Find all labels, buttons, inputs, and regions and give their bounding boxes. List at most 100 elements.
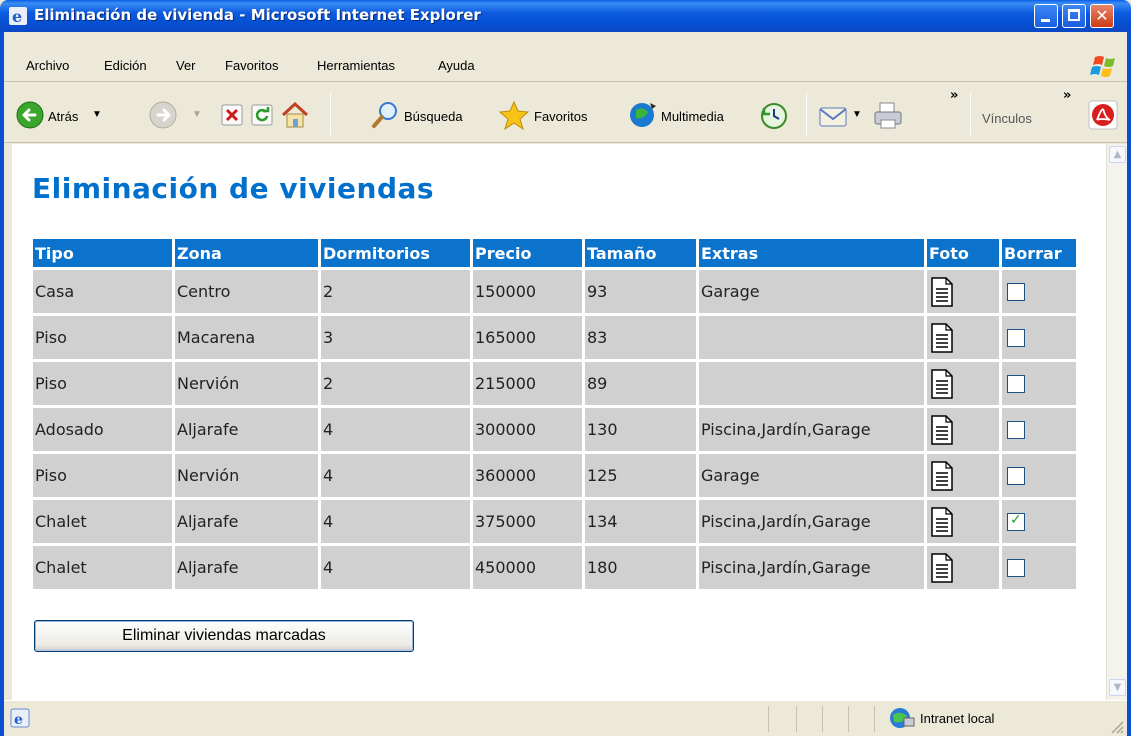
back-dropdown-icon[interactable]: ▼	[92, 109, 102, 120]
scroll-down-button[interactable]: ▼	[1109, 679, 1126, 696]
cell-zona: Aljarafe	[175, 408, 318, 451]
multimedia-icon[interactable]	[628, 100, 658, 130]
photo-document-icon[interactable]	[931, 552, 953, 583]
favorites-star-icon[interactable]	[498, 100, 530, 130]
menu-archivo[interactable]: Archivo	[26, 58, 69, 73]
cell-zona: Nervión	[175, 362, 318, 405]
delete-checkbox[interactable]	[1007, 329, 1025, 348]
cell-borrar	[1002, 408, 1076, 451]
print-icon[interactable]	[872, 100, 904, 130]
photo-document-icon[interactable]	[931, 276, 953, 307]
home-icon[interactable]	[280, 100, 310, 130]
cell-borrar	[1002, 454, 1076, 497]
status-cell	[768, 706, 769, 732]
back-button-label[interactable]: Atrás	[48, 109, 78, 124]
delete-marked-button[interactable]: Eliminar viviendas marcadas	[34, 620, 414, 652]
delete-checkbox[interactable]: ✓	[1007, 512, 1025, 532]
vertical-scrollbar[interactable]: ▲ ▼	[1106, 144, 1127, 700]
cell-tamano: 89	[585, 362, 696, 405]
delete-checkbox[interactable]	[1007, 559, 1025, 578]
cell-dormitorios: 4	[321, 500, 470, 543]
toolbar-overflow-chevron[interactable]: »	[950, 88, 958, 103]
page-title: Eliminación de viviendas	[32, 172, 435, 205]
cell-foto	[927, 270, 999, 313]
status-cell	[796, 706, 797, 732]
cell-borrar	[1002, 316, 1076, 359]
page-status-icon: e	[10, 708, 30, 728]
forward-arrow-icon[interactable]	[149, 101, 177, 129]
close-button[interactable]: ✕	[1090, 4, 1114, 28]
history-icon[interactable]	[760, 102, 788, 130]
maximize-button[interactable]	[1062, 4, 1086, 28]
cell-borrar	[1002, 362, 1076, 405]
favorites-button-label[interactable]: Favoritos	[534, 109, 587, 124]
menu-favoritos[interactable]: Favoritos	[225, 58, 278, 73]
delete-checkbox[interactable]	[1007, 421, 1025, 440]
cell-zona: Macarena	[175, 316, 318, 359]
search-button-label[interactable]: Búsqueda	[404, 109, 463, 124]
photo-document-icon[interactable]	[931, 368, 953, 399]
title-bar[interactable]: e Eliminación de vivienda - Microsoft In…	[0, 0, 1131, 32]
cell-tipo: Adosado	[33, 408, 172, 451]
delete-checkbox[interactable]	[1007, 467, 1025, 486]
toolbar-separator	[330, 93, 331, 135]
cell-tipo: Chalet	[33, 546, 172, 589]
column-header-precio: Precio	[473, 239, 582, 267]
photo-document-icon[interactable]	[931, 506, 953, 537]
cell-zona: Nervión	[175, 454, 318, 497]
mail-dropdown-icon[interactable]: ▼	[852, 109, 862, 120]
refresh-icon[interactable]	[250, 103, 274, 127]
status-cell	[848, 706, 849, 732]
cell-foto	[927, 408, 999, 451]
table-row: Piso Nervión 2 215000 89	[33, 362, 1076, 405]
forward-dropdown-icon[interactable]: ▼	[192, 109, 202, 120]
delete-checkbox[interactable]	[1007, 375, 1025, 394]
links-overflow-chevron[interactable]: »	[1063, 88, 1071, 103]
cell-foto	[927, 362, 999, 405]
links-label[interactable]: Vínculos	[982, 111, 1032, 126]
photo-document-icon[interactable]	[931, 414, 953, 445]
pdf-icon[interactable]	[1086, 98, 1120, 132]
cell-extras: Piscina,Jardín,Garage	[699, 500, 924, 543]
cell-borrar	[1002, 270, 1076, 313]
cell-extras	[699, 362, 924, 405]
scroll-up-button[interactable]: ▲	[1109, 146, 1126, 163]
cell-tamano: 134	[585, 500, 696, 543]
cell-precio: 165000	[473, 316, 582, 359]
search-icon[interactable]	[370, 100, 400, 130]
column-header-zona: Zona	[175, 239, 318, 267]
cell-tamano: 83	[585, 316, 696, 359]
cell-precio: 150000	[473, 270, 582, 313]
cell-foto	[927, 454, 999, 497]
zone-label: Intranet local	[920, 711, 995, 726]
delete-checkbox[interactable]	[1007, 283, 1025, 302]
photo-document-icon[interactable]	[931, 460, 953, 491]
toolbar-separator	[806, 93, 807, 135]
menu-herramientas[interactable]: Herramientas	[317, 58, 395, 73]
menu-ver[interactable]: Ver	[176, 58, 196, 73]
cell-foto	[927, 500, 999, 543]
close-icon: ✕	[1095, 6, 1109, 25]
column-header-extras: Extras	[699, 239, 924, 267]
mail-icon[interactable]	[818, 102, 850, 130]
cell-dormitorios: 4	[321, 408, 470, 451]
cell-foto	[927, 316, 999, 359]
cell-extras: Garage	[699, 454, 924, 497]
menu-edicion[interactable]: Edición	[104, 58, 147, 73]
stop-icon[interactable]	[220, 103, 244, 127]
cell-tipo: Chalet	[33, 500, 172, 543]
cell-borrar	[1002, 546, 1076, 589]
table-row: Adosado Aljarafe 4 300000 130 Piscina,Jardín,…	[33, 408, 1076, 451]
column-header-tamano: Tamaño	[585, 239, 696, 267]
back-arrow-icon[interactable]	[16, 101, 44, 129]
intranet-zone-icon	[890, 708, 915, 728]
ie-icon: e	[9, 7, 27, 26]
housing-table: Tipo Zona Dormitorios Precio Tamaño Extr…	[30, 236, 1079, 592]
cell-borrar: ✓	[1002, 500, 1076, 543]
table-row: Piso Macarena 3 165000 83	[33, 316, 1076, 359]
minimize-button[interactable]	[1034, 4, 1058, 28]
photo-document-icon[interactable]	[931, 322, 953, 353]
resize-grip-icon[interactable]	[1108, 718, 1124, 734]
multimedia-button-label[interactable]: Multimedia	[661, 109, 724, 124]
menu-ayuda[interactable]: Ayuda	[438, 58, 475, 73]
